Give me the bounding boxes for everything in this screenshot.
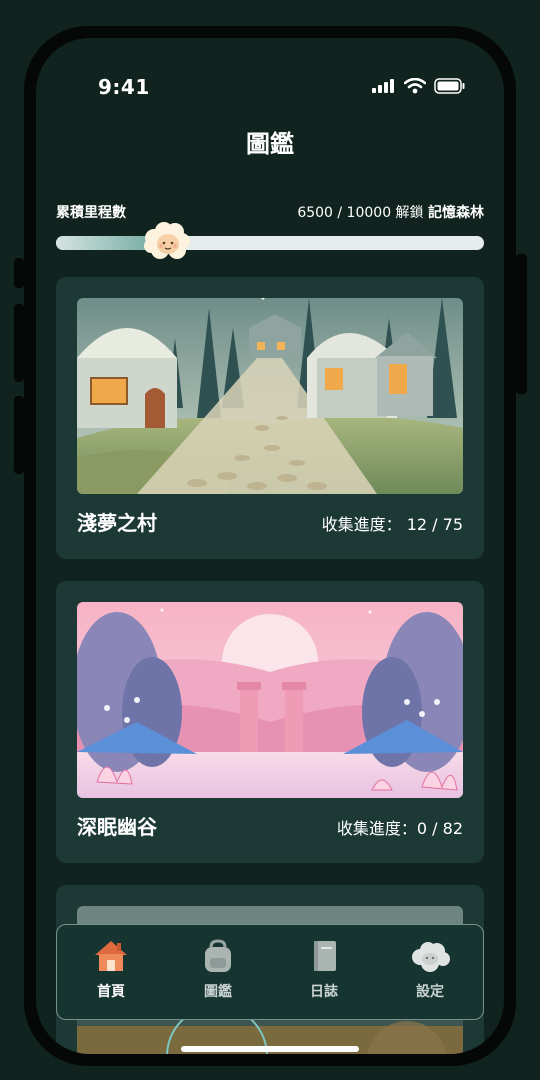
village-illustration [77, 298, 463, 494]
sheep-marker-icon [144, 222, 190, 259]
app-screen: 9:41 圖鑑 累積里程數 6500 / 10000 解鎖 記憶森林 淺夢之村 … [36, 38, 504, 1054]
status-icons [372, 78, 466, 94]
phone-side-button [516, 254, 527, 394]
cellular-signal-icon [372, 79, 394, 93]
nav-label: 設定 [416, 984, 444, 1000]
unlock-target: 記憶森林 [428, 205, 484, 221]
backpack-icon [205, 939, 231, 972]
sheep-cloud-icon [412, 942, 450, 972]
home-indicator[interactable] [181, 1046, 359, 1052]
nav-item-home[interactable]: 首頁 [76, 939, 146, 1001]
mileage-label: 累積里程數 [56, 205, 126, 221]
mileage-row: 累積里程數 6500 / 10000 解鎖 記憶森林 [56, 202, 484, 222]
wifi-icon [404, 78, 426, 94]
bottom-nav: 首頁 圖鑑 日誌 設定 [56, 924, 484, 1020]
phone-frame: 9:41 圖鑑 累積里程數 6500 / 10000 解鎖 記憶森林 淺夢之村 … [24, 26, 516, 1066]
nav-item-journal[interactable]: 日誌 [289, 939, 359, 1001]
battery-icon [434, 78, 465, 94]
status-bar: 9:41 [36, 38, 504, 118]
phone-side-button [14, 396, 24, 474]
house-icon [95, 941, 127, 971]
nav-label: 首頁 [97, 984, 125, 1000]
nav-item-settings[interactable]: 設定 [395, 939, 465, 1001]
area-name: 淺夢之村 [77, 511, 157, 535]
nav-label: 日誌 [310, 984, 338, 1000]
status-time: 9:41 [98, 75, 150, 99]
nav-item-collection[interactable]: 圖鑑 [183, 939, 253, 1001]
collection-progress: 收集進度：0 / 82 [336, 819, 463, 838]
mileage-count: 6500 / 10000 解鎖 [297, 205, 424, 221]
phone-side-button [14, 258, 24, 288]
nav-label: 圖鑑 [204, 984, 232, 1000]
area-name: 深眠幽谷 [77, 815, 157, 839]
phone-side-button [14, 304, 24, 382]
area-card-valley[interactable]: 深眠幽谷 收集進度：0 / 82 [56, 581, 484, 863]
mileage-value: 6500 / 10000 解鎖 記憶森林 [297, 202, 484, 222]
valley-illustration [77, 602, 463, 798]
page-title: 圖鑑 [246, 130, 294, 158]
mileage-progress-bar [56, 222, 484, 259]
collection-progress: 收集進度： 12 / 75 [321, 515, 463, 534]
book-icon [314, 941, 336, 971]
area-card-village[interactable]: 淺夢之村 收集進度： 12 / 75 [56, 277, 484, 559]
